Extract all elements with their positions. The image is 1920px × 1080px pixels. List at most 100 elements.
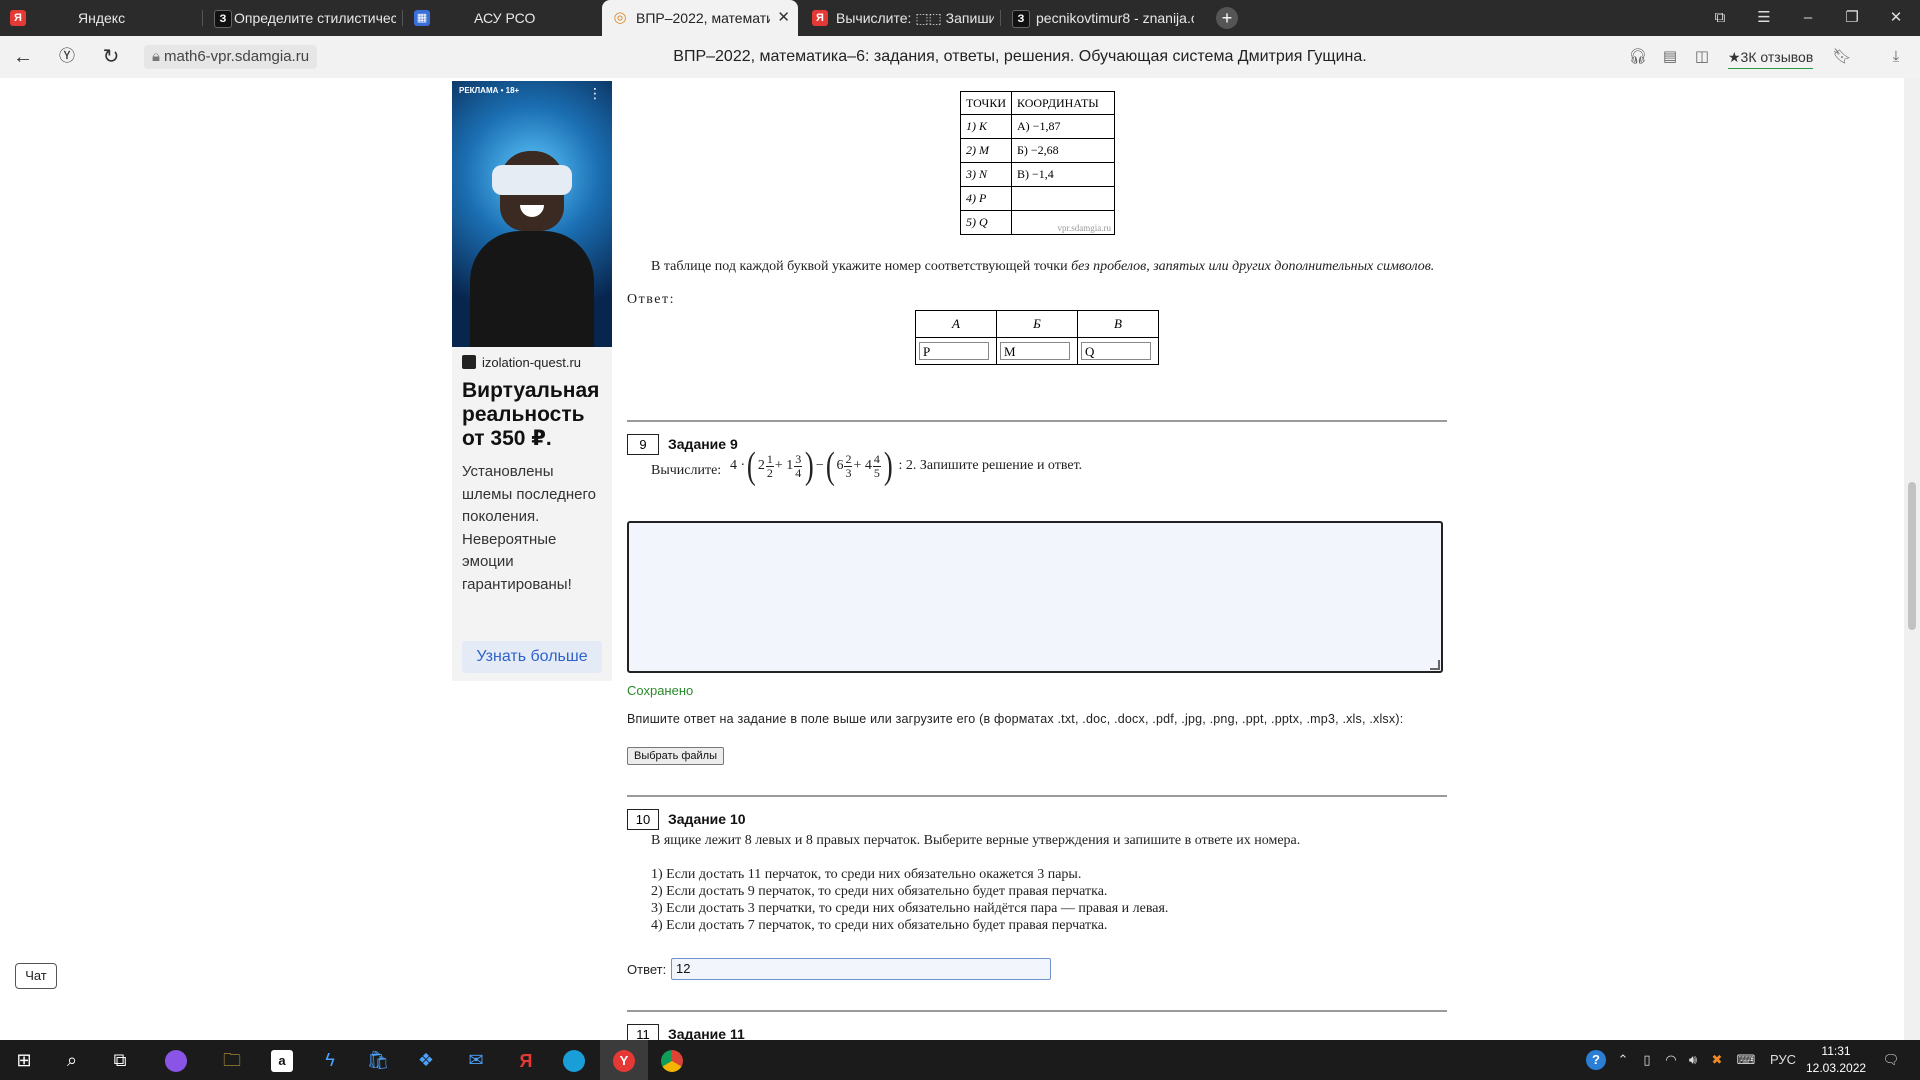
- answer-header: Б: [996, 310, 1078, 338]
- lightning-app-icon[interactable]: ϟ: [306, 1040, 354, 1080]
- minimize-icon[interactable]: –: [1786, 0, 1830, 36]
- url-field[interactable]: 🔒︎ math6-vpr.sdamgia.ru: [144, 45, 318, 69]
- answer-input-b[interactable]: M: [1000, 342, 1070, 360]
- wifi-icon[interactable]: ◠: [1660, 1040, 1682, 1080]
- restore-icon[interactable]: ❐: [1830, 0, 1874, 36]
- keyboard-icon[interactable]: ⌨: [1732, 1040, 1760, 1080]
- volume-icon[interactable]: 🔊︎: [1682, 1040, 1704, 1080]
- headphones-icon[interactable]: 🎧︎: [1628, 47, 1648, 67]
- tab-asu-rso[interactable]: ▦ АСУ РСО: [404, 0, 600, 36]
- tab-vpr-active[interactable]: ◎ ВПР–2022, математика ✕: [602, 0, 798, 36]
- task-title: Задание 9: [668, 436, 738, 452]
- close-tab-icon[interactable]: ✕: [777, 0, 790, 36]
- reload-icon[interactable]: ↻: [96, 42, 126, 72]
- file-explorer-icon[interactable]: 🗀: [208, 1040, 256, 1080]
- ad-learn-more-button[interactable]: Узнать больше: [462, 641, 602, 673]
- answer-input-a[interactable]: P: [919, 342, 989, 360]
- yandex-browser-icon[interactable]: Y: [600, 1040, 648, 1080]
- list-item: 4) Если достать 7 перчаток, то среди них…: [651, 918, 1108, 933]
- task8-answer-table: А Б В P M Q: [915, 310, 1159, 365]
- saved-status: Сохранено: [627, 683, 694, 698]
- choose-files-button[interactable]: Выбрать файлы: [627, 747, 724, 765]
- ad-source[interactable]: izolation-quest.ru: [462, 355, 581, 370]
- chat-button[interactable]: Чат: [15, 963, 57, 989]
- yandex-home-icon[interactable]: Ⓨ: [52, 42, 82, 72]
- tab-yandex[interactable]: Я Яндекс: [0, 0, 200, 36]
- back-arrow-icon[interactable]: ←: [8, 42, 38, 72]
- task10-answer-input[interactable]: 12: [671, 958, 1051, 980]
- menu-hamburger-icon[interactable]: ☰: [1742, 0, 1786, 36]
- tab-znanija[interactable]: З pecnikovtimur8 - znanija.co: [1002, 0, 1198, 36]
- task9-formula: 4 · (2 1 2 + 1 3 4) − (6 2 3 + 4 4 5): 2. Запишите…: [730, 445, 1083, 487]
- point-cell: 3) N: [959, 162, 1013, 187]
- table-header: ТОЧКИ: [959, 91, 1013, 115]
- mail-icon[interactable]: ✉: [452, 1040, 500, 1080]
- answer-header: В: [1077, 310, 1159, 338]
- point-cell: 1) K: [959, 114, 1013, 139]
- dropbox-icon[interactable]: ❖: [402, 1040, 450, 1080]
- close-window-icon[interactable]: ✕: [1874, 0, 1918, 36]
- answer-cell: Q: [1077, 337, 1159, 365]
- more-options-icon[interactable]: ⋮: [588, 85, 602, 102]
- answer-header: А: [915, 310, 997, 338]
- chrome-icon[interactable]: [648, 1040, 696, 1080]
- ad-title[interactable]: Виртуальная реальность от 350 ₽.: [462, 379, 607, 451]
- scrollbar[interactable]: [1904, 78, 1920, 1040]
- ad-label: РЕКЛАМА • 18+: [459, 86, 520, 95]
- sdamgia-icon: ◎: [613, 9, 627, 26]
- ad-text: Установлены шлемы последнего поколения. …: [462, 463, 596, 593]
- download-icon[interactable]: ⤓: [1886, 47, 1906, 67]
- task9-suffix: : 2. Запишите решение и ответ.: [898, 458, 1083, 473]
- advertisement[interactable]: РЕКЛАМА • 18+ ⋮ izolation-quest.ru Вирту…: [452, 81, 612, 681]
- coord-cell: vpr.sdamgia.ru: [1011, 210, 1116, 235]
- scrollbar-thumb[interactable]: [1908, 482, 1916, 630]
- store-icon[interactable]: 🛍︎: [354, 1040, 402, 1080]
- task8-answer-label: Ответ:: [627, 292, 675, 307]
- instruction-text: В таблице под каждой буквой укажите номе…: [651, 259, 1072, 274]
- task9-prefix: Вычислите:: [651, 463, 722, 478]
- edge-icon[interactable]: [550, 1040, 598, 1080]
- tray-expand-icon[interactable]: ⌃: [1612, 1040, 1634, 1080]
- tabs-overview-icon[interactable]: ⧉: [1698, 0, 1742, 36]
- page-content: РЕКЛАМА • 18+ ⋮ izolation-quest.ru Вирту…: [0, 78, 1904, 1040]
- yandex-icon: Я: [10, 10, 26, 26]
- new-tab-plus-icon[interactable]: +: [1216, 7, 1238, 29]
- search-icon[interactable]: ⌕: [48, 1040, 96, 1080]
- point-cell: 4) P: [959, 186, 1013, 211]
- tab-separator: [1000, 10, 1001, 26]
- address-bar: ← Ⓨ ↻ 🔒︎ math6-vpr.sdamgia.ru ВПР–2022, м…: [0, 36, 1920, 79]
- asu-rso-icon: ▦: [414, 10, 430, 26]
- reader-mode-icon[interactable]: ▤: [1660, 47, 1680, 67]
- task9-answer-textarea[interactable]: [627, 521, 1443, 673]
- reviews-link[interactable]: ★3К отзывов: [1728, 46, 1814, 69]
- znanija-icon: З: [214, 10, 232, 28]
- answer-input-v[interactable]: Q: [1081, 342, 1151, 360]
- task10-statements: 1) Если достать 11 перчаток, то среди ни…: [651, 866, 1168, 934]
- yandex-app-icon[interactable]: Я: [502, 1040, 550, 1080]
- task-title: Задание 10: [668, 811, 746, 827]
- task-number-badge: 9: [627, 434, 659, 455]
- network-device-icon[interactable]: ▯: [1636, 1040, 1658, 1080]
- amazon-icon[interactable]: a: [258, 1040, 306, 1080]
- alice-icon[interactable]: [152, 1040, 200, 1080]
- list-item: 1) Если достать 11 перчаток, то среди ни…: [651, 867, 1082, 882]
- help-icon[interactable]: ?: [1582, 1040, 1610, 1080]
- system-clock[interactable]: 11:31 12.03.2022: [1806, 1043, 1866, 1077]
- start-windows-icon[interactable]: ⊞: [0, 1040, 48, 1080]
- divider: [627, 420, 1447, 422]
- tab-stylistics[interactable]: З Определите стилистическ: [204, 0, 400, 36]
- vr-headset: [492, 165, 572, 195]
- table-row: 3) N В) −1,4: [959, 162, 1116, 187]
- ad-image[interactable]: РЕКЛАМА • 18+ ⋮: [452, 81, 612, 347]
- task-view-icon[interactable]: ⧉: [96, 1040, 144, 1080]
- protect-icon[interactable]: ◫: [1692, 47, 1712, 67]
- language-indicator[interactable]: РУС: [1764, 1040, 1802, 1080]
- table-row: 5) Q vpr.sdamgia.ru: [959, 210, 1116, 235]
- table-header: КООРДИНАТЫ: [1011, 91, 1116, 115]
- points-coordinates-table: ТОЧКИ КООРДИНАТЫ 1) K А) −1,87 2) M Б) −2,…: [959, 91, 1116, 235]
- tab-calculate[interactable]: Я Вычислите: ⬚⬚ Запишите: [802, 0, 998, 36]
- notifications-icon[interactable]: 🗨︎: [1876, 1040, 1906, 1080]
- tab-separator: [202, 10, 203, 26]
- bookmark-icon[interactable]: 🔖︎: [1832, 47, 1852, 67]
- app-tray-icon[interactable]: ✖: [1706, 1040, 1728, 1080]
